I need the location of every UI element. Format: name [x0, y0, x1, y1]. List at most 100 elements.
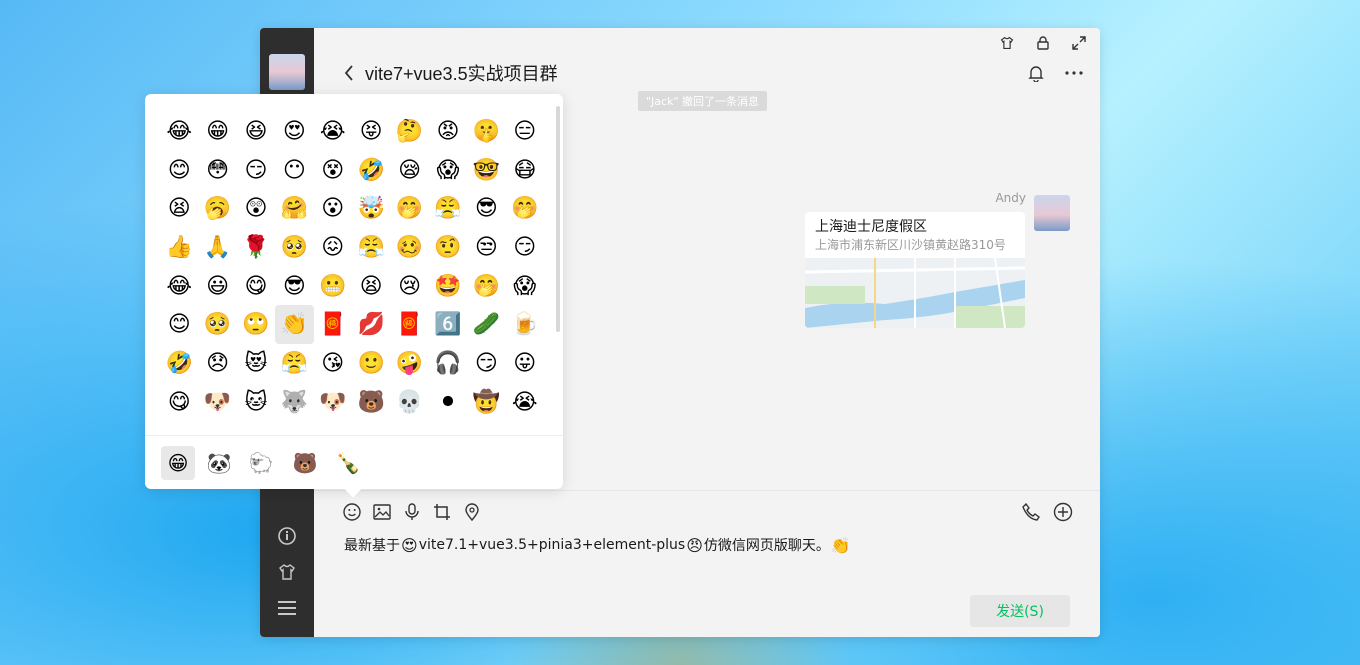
emoji-item[interactable]: 🤭 — [390, 189, 428, 228]
emoji-item[interactable]: 😆 — [237, 112, 275, 151]
emoji-item[interactable]: 😂 — [160, 112, 198, 151]
menu-icon[interactable] — [275, 596, 299, 620]
emoji-item[interactable]: 😛 — [506, 344, 544, 383]
avatar[interactable] — [1034, 195, 1070, 231]
message-input[interactable]: 最新基于 😍 vite7.1+vue3.5+pinia3+element-plus 😠… — [344, 535, 852, 555]
emoji-item[interactable]: 🤭 — [467, 267, 505, 306]
emoji-item[interactable]: ⚫ — [429, 383, 467, 422]
emoji-item[interactable]: 😏 — [506, 228, 544, 267]
emoji-item[interactable]: 😻 — [237, 344, 275, 383]
emoji-item[interactable]: 😊 — [160, 305, 198, 344]
emoji-item[interactable]: 😭 — [314, 112, 352, 151]
emoji-item[interactable]: 😳 — [198, 151, 236, 190]
shirt-icon[interactable] — [996, 32, 1018, 54]
emoji-item[interactable]: 😬 — [314, 267, 352, 306]
emoji-item[interactable]: 💀 — [390, 383, 428, 422]
emoji-item[interactable]: 🤗 — [275, 189, 313, 228]
add-circle-icon[interactable] — [1052, 501, 1074, 523]
lock-icon[interactable] — [1032, 32, 1054, 54]
emoji-item[interactable]: 🤣 — [352, 151, 390, 190]
emoji-item[interactable]: 🐶 — [198, 383, 236, 422]
emoji-item[interactable]: 😎 — [275, 267, 313, 306]
location-pin-icon[interactable] — [462, 501, 482, 523]
emoji-item[interactable]: 🤓 — [467, 151, 505, 190]
emoji-item[interactable]: 😪 — [390, 151, 428, 190]
emoji-item[interactable]: 👏 — [275, 305, 314, 345]
emoji-item[interactable]: 🧧 — [314, 305, 352, 344]
emoji-item[interactable]: 😢 — [390, 267, 428, 306]
bell-icon[interactable] — [1026, 62, 1046, 84]
emoji-item[interactable]: 🤫 — [467, 112, 505, 151]
emoji-item[interactable]: 😮 — [314, 189, 352, 228]
emoji-item[interactable]: 🥺 — [275, 228, 313, 267]
emoji-item[interactable]: 🤪 — [390, 344, 428, 383]
emoji-item[interactable]: 😡 — [429, 112, 467, 151]
emoji-item[interactable]: 😊 — [160, 151, 198, 190]
user-avatar[interactable] — [269, 54, 305, 90]
emoji-category-tab[interactable]: 🐻 — [288, 446, 322, 480]
emoji-item[interactable]: 😱 — [429, 151, 467, 190]
emoji-item[interactable]: 😒 — [467, 228, 505, 267]
crop-icon[interactable] — [432, 501, 452, 523]
location-card[interactable]: 上海迪士尼度假区 上海市浦东新区川沙镇黄赵路310号 — [805, 212, 1025, 328]
emoji-item[interactable]: 😏 — [467, 344, 505, 383]
emoji-item[interactable]: 😎 — [467, 189, 505, 228]
emoji-item[interactable]: 😖 — [314, 228, 352, 267]
shirt-icon[interactable] — [275, 560, 299, 584]
emoji-item[interactable]: 🤠 — [467, 383, 505, 422]
emoji-item[interactable]: 😫 — [160, 189, 198, 228]
emoji-item[interactable]: 😂 — [160, 267, 198, 306]
microphone-icon[interactable] — [402, 501, 422, 523]
emoji-item[interactable]: 😁 — [198, 112, 236, 151]
emoji-item[interactable]: 😤 — [275, 344, 313, 383]
emoji-item[interactable]: 🤔 — [390, 112, 428, 151]
emoji-item[interactable]: 🧧 — [390, 305, 428, 344]
emoji-item[interactable]: 😋 — [237, 267, 275, 306]
more-icon[interactable] — [1064, 62, 1084, 84]
emoji-item[interactable]: 👍 — [160, 228, 198, 267]
emoji-item[interactable]: 🥒 — [467, 305, 505, 344]
expand-icon[interactable] — [1068, 32, 1090, 54]
emoji-category-tab[interactable]: 😁 — [161, 446, 195, 480]
emoji-item[interactable]: 6️⃣ — [429, 305, 467, 344]
emoji-item[interactable]: 😲 — [237, 189, 275, 228]
emoji-item[interactable]: 😑 — [506, 112, 544, 151]
emoji-item[interactable]: 😍 — [275, 112, 313, 151]
emoji-item[interactable]: 😞 — [198, 344, 236, 383]
emoji-item[interactable]: 🤯 — [352, 189, 390, 228]
emoji-item[interactable]: 🐱 — [237, 383, 275, 422]
emoji-item[interactable]: 🙂 — [352, 344, 390, 383]
emoji-category-tab[interactable]: 🍾 — [331, 446, 365, 480]
emoji-item[interactable]: 😤 — [352, 228, 390, 267]
emoji-item[interactable]: 😫 — [352, 267, 390, 306]
emoji-item[interactable]: 😋 — [160, 383, 198, 422]
image-icon[interactable] — [372, 501, 392, 523]
emoji-item[interactable]: 💋 — [352, 305, 390, 344]
emoji-item[interactable]: 😷 — [506, 151, 544, 190]
emoji-item[interactable]: 🤣 — [160, 344, 198, 383]
emoji-item[interactable]: 🤭 — [506, 189, 544, 228]
emoji-item[interactable]: 🙄 — [237, 305, 275, 344]
emoji-category-tab[interactable]: 🐑 — [244, 446, 278, 480]
emoji-scrollbar[interactable] — [556, 106, 560, 332]
emoji-item[interactable]: 🥱 — [198, 189, 236, 228]
emoji-item[interactable]: 😏 — [237, 151, 275, 190]
emoji-item[interactable]: 🤩 — [429, 267, 467, 306]
emoji-item[interactable]: 🌹 — [237, 228, 275, 267]
send-button[interactable]: 发送(S) — [970, 595, 1070, 627]
emoji-item[interactable]: 🐻 — [352, 383, 390, 422]
emoji-item[interactable]: 🥴 — [390, 228, 428, 267]
emoji-item[interactable]: 😃 — [198, 267, 236, 306]
emoji-item[interactable]: 🐺 — [275, 383, 313, 422]
emoji-item[interactable]: 🐶 — [314, 383, 352, 422]
emoji-item[interactable]: 🎧 — [429, 344, 467, 383]
emoji-item[interactable]: 🍺 — [506, 305, 544, 344]
emoji-item[interactable]: 🥺 — [198, 305, 236, 344]
info-icon[interactable] — [275, 524, 299, 548]
emoji-item[interactable]: 😱 — [506, 267, 544, 306]
emoji-item[interactable]: 😘 — [314, 344, 352, 383]
emoji-item[interactable]: 😵 — [314, 151, 352, 190]
emoji-item[interactable]: 😤 — [429, 189, 467, 228]
emoji-item[interactable]: 😶 — [275, 151, 313, 190]
phone-icon[interactable] — [1020, 501, 1042, 523]
